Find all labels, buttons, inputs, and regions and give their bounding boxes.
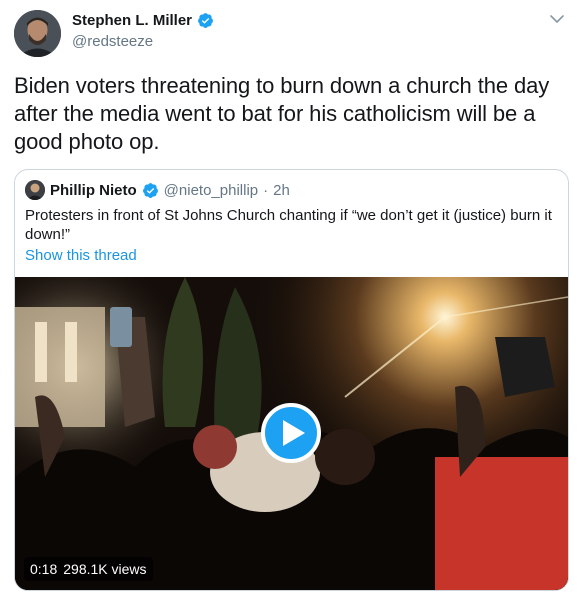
quoted-time[interactable]: 2h — [273, 182, 290, 199]
author-avatar[interactable] — [14, 10, 61, 57]
verified-badge-icon — [198, 13, 213, 28]
quoted-display-name[interactable]: Phillip Nieto — [50, 182, 137, 199]
tweet: Stephen L. Miller @redsteeze Biden voter… — [0, 0, 578, 600]
chevron-down-icon[interactable] — [550, 14, 564, 24]
author-display-name[interactable]: Stephen L. Miller — [72, 12, 192, 29]
author-name-row: Stephen L. Miller — [72, 12, 214, 29]
play-icon — [282, 420, 305, 446]
quoted-handle[interactable]: @nieto_phillip — [164, 182, 258, 199]
quoted-avatar[interactable] — [25, 180, 45, 200]
play-button[interactable] — [261, 403, 321, 463]
video-player[interactable]: 0:18 298.1K views — [15, 277, 568, 590]
show-thread-link[interactable]: Show this thread — [25, 247, 137, 264]
author-handle[interactable]: @redsteeze — [72, 33, 153, 50]
video-duration: 0:18 — [30, 561, 58, 577]
quoted-tweet[interactable]: Phillip Nieto @nieto_phillip · 2h Protes… — [14, 169, 569, 591]
video-views: 298.1K views — [63, 561, 147, 577]
quoted-separator: · — [263, 181, 269, 199]
quoted-header: Phillip Nieto @nieto_phillip · 2h — [25, 180, 290, 200]
tweet-text: Biden voters threatening to burn down a … — [14, 73, 550, 154]
verified-badge-icon — [142, 182, 158, 198]
video-stats-badge: 0:18 298.1K views — [24, 557, 153, 581]
quoted-text: Protesters in front of St Johns Church c… — [25, 207, 552, 243]
